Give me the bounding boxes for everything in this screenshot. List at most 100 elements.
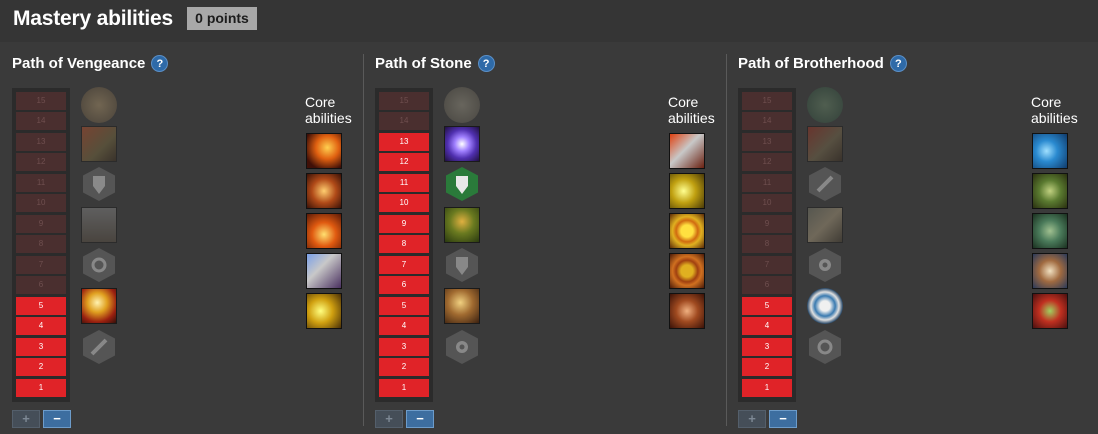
rank-cell[interactable]: 3 — [742, 338, 792, 356]
warrior-charge-icon[interactable] — [81, 126, 117, 162]
path-title: Path of Vengeance? — [12, 55, 169, 72]
add-point-button[interactable]: + — [375, 410, 403, 428]
rank-cell[interactable]: 9 — [16, 215, 66, 233]
clan-rune-icon[interactable] — [807, 87, 843, 123]
rank-cell[interactable]: 6 — [16, 276, 66, 294]
path-panel-stone: Path of Stone? 15 14 13 12 11 10 9 8 7 6… — [363, 42, 723, 434]
rank-cell[interactable]: 2 — [379, 358, 429, 376]
rank-cell[interactable]: 5 — [16, 297, 66, 315]
rank-cell[interactable]: 14 — [742, 112, 792, 130]
page-title: Mastery abilities — [13, 7, 174, 30]
points-badge: 0 points — [187, 7, 257, 30]
axe-slash-icon[interactable] — [306, 173, 342, 209]
gear-tactic-icon[interactable] — [807, 247, 843, 283]
rank-cell[interactable]: 7 — [742, 256, 792, 274]
rally-warrior-icon[interactable] — [444, 288, 480, 324]
rank-cell[interactable]: 12 — [379, 153, 429, 171]
add-point-button[interactable]: + — [738, 410, 766, 428]
rank-cell[interactable]: 8 — [379, 235, 429, 253]
core-abilities-label: Core abilities — [1031, 94, 1078, 126]
core-abilities-label: Core abilities — [668, 94, 715, 126]
goblin-strike-icon[interactable] — [1032, 293, 1068, 329]
rank-cell[interactable]: 7 — [379, 256, 429, 274]
shield-tactic-icon[interactable] — [444, 247, 480, 283]
rank-cell[interactable]: 9 — [742, 215, 792, 233]
bronze-shield-icon[interactable] — [669, 253, 705, 289]
path-title: Path of Stone? — [375, 55, 495, 72]
rune-circle-icon[interactable] — [81, 87, 117, 123]
rank-cell[interactable]: 1 — [16, 379, 66, 397]
hammer-strike-icon[interactable] — [81, 288, 117, 324]
rank-cell[interactable]: 10 — [742, 194, 792, 212]
greenskin-icon[interactable] — [1032, 173, 1068, 209]
rank-cell[interactable]: 10 — [16, 194, 66, 212]
stone-rune-icon[interactable] — [444, 87, 480, 123]
axe-swing-icon[interactable] — [306, 133, 342, 169]
hammer-smash-icon[interactable] — [306, 293, 342, 329]
spear-volley-icon[interactable] — [807, 207, 843, 243]
rank-cell[interactable]: 3 — [16, 338, 66, 356]
sword-cleave-icon[interactable] — [669, 133, 705, 169]
rank-cell[interactable]: 15 — [16, 92, 66, 110]
rank-cell[interactable]: 4 — [16, 317, 66, 335]
path-name: Path of Stone — [375, 55, 472, 72]
dwarf-defender-icon[interactable] — [444, 207, 480, 243]
question-icon[interactable]: ? — [889, 55, 907, 72]
gear-tactic-icon[interactable] — [444, 329, 480, 365]
rank-cell[interactable]: 5 — [742, 297, 792, 315]
question-icon[interactable]: ? — [477, 55, 495, 72]
brotherhood-seal-icon[interactable] — [807, 288, 843, 324]
question-icon[interactable]: ? — [151, 55, 169, 72]
gold-shield-icon[interactable] — [669, 213, 705, 249]
core-abilities-label: Core abilities — [305, 94, 352, 126]
rank-cell[interactable]: 15 — [742, 92, 792, 110]
rank-cell[interactable]: 11 — [379, 174, 429, 192]
rank-cell[interactable]: 12 — [16, 153, 66, 171]
morale-tactic-icon[interactable] — [81, 247, 117, 283]
rank-cell[interactable]: 6 — [742, 276, 792, 294]
rank-cell[interactable]: 3 — [379, 338, 429, 356]
morale-tactic-icon[interactable] — [807, 329, 843, 365]
spirit-orb-icon[interactable] — [444, 126, 480, 162]
rank-cell[interactable]: 2 — [742, 358, 792, 376]
rank-cell[interactable]: 8 — [742, 235, 792, 253]
rank-cell[interactable]: 11 — [16, 174, 66, 192]
rank-cell[interactable]: 14 — [379, 112, 429, 130]
double-axe-icon[interactable] — [306, 253, 342, 289]
sword-pillar-icon[interactable] — [81, 207, 117, 243]
rank-cell[interactable]: 5 — [379, 297, 429, 315]
axe-chop-icon[interactable] — [669, 173, 705, 209]
rank-cell[interactable]: 13 — [16, 133, 66, 151]
rank-cell[interactable]: 14 — [16, 112, 66, 130]
rank-cell[interactable]: 12 — [742, 153, 792, 171]
remove-point-button[interactable]: − — [406, 410, 434, 428]
remove-point-button[interactable]: − — [43, 410, 71, 428]
dwarf-guard-icon[interactable] — [1032, 213, 1068, 249]
sword-tactic-icon[interactable] — [807, 166, 843, 202]
rank-cell[interactable]: 4 — [742, 317, 792, 335]
page-header: Mastery abilities 0 points — [0, 0, 1098, 42]
rank-cell[interactable]: 6 — [379, 276, 429, 294]
blue-shield-icon[interactable] — [1032, 133, 1068, 169]
rank-cell[interactable]: 1 — [379, 379, 429, 397]
shield-tactic-icon[interactable] — [444, 166, 480, 202]
whirlwind-icon[interactable] — [669, 293, 705, 329]
war-cry-icon[interactable] — [807, 126, 843, 162]
remove-point-button[interactable]: − — [769, 410, 797, 428]
rank-cell[interactable]: 1 — [742, 379, 792, 397]
rank-cell[interactable]: 8 — [16, 235, 66, 253]
rank-cell[interactable]: 13 — [742, 133, 792, 151]
rank-cell[interactable]: 7 — [16, 256, 66, 274]
rank-cell[interactable]: 15 — [379, 92, 429, 110]
dwarf-elder-icon[interactable] — [1032, 253, 1068, 289]
rank-cell[interactable]: 9 — [379, 215, 429, 233]
rank-cell[interactable]: 10 — [379, 194, 429, 212]
rank-cell[interactable]: 13 — [379, 133, 429, 151]
rank-cell[interactable]: 4 — [379, 317, 429, 335]
mace-blow-icon[interactable] — [306, 213, 342, 249]
rank-cell[interactable]: 11 — [742, 174, 792, 192]
sword-tactic-icon[interactable] — [81, 329, 117, 365]
shield-tactic-icon[interactable] — [81, 166, 117, 202]
rank-cell[interactable]: 2 — [16, 358, 66, 376]
add-point-button[interactable]: + — [12, 410, 40, 428]
